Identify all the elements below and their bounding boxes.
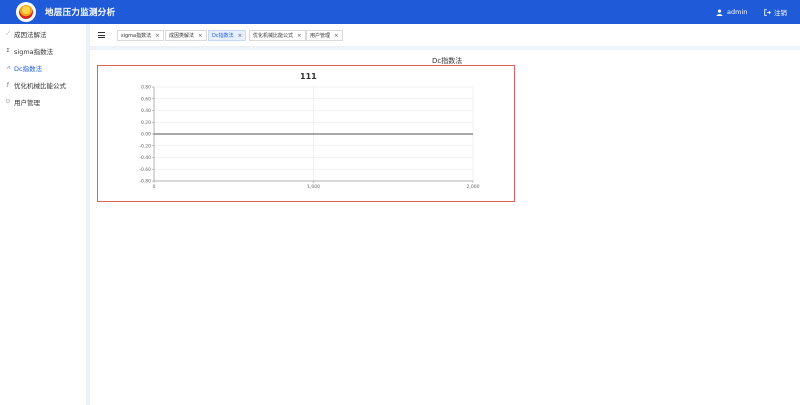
y-tick-label: 0.80 bbox=[141, 85, 151, 91]
y-tick-label: 0.60 bbox=[141, 96, 151, 102]
y-tick-label: 0.20 bbox=[141, 120, 151, 126]
y-tick-label: 0.00 bbox=[141, 132, 151, 138]
x-tick-label: 2,000 bbox=[467, 184, 480, 190]
y-tick-label: -0.80 bbox=[139, 179, 151, 185]
y-tick-label: 0.40 bbox=[141, 108, 151, 114]
y-tick-label: -0.60 bbox=[139, 167, 151, 173]
line-chart: 0.80 0.60 0.40 0.20 0.00 -0.20 -0.40 -0.60 -0.80… bbox=[139, 85, 480, 190]
x-tick-label: 0 bbox=[153, 184, 156, 190]
y-tick-label: -0.40 bbox=[139, 155, 151, 161]
x-tick-label: 1,000 bbox=[307, 184, 320, 190]
y-tick-label: -0.20 bbox=[139, 143, 151, 149]
